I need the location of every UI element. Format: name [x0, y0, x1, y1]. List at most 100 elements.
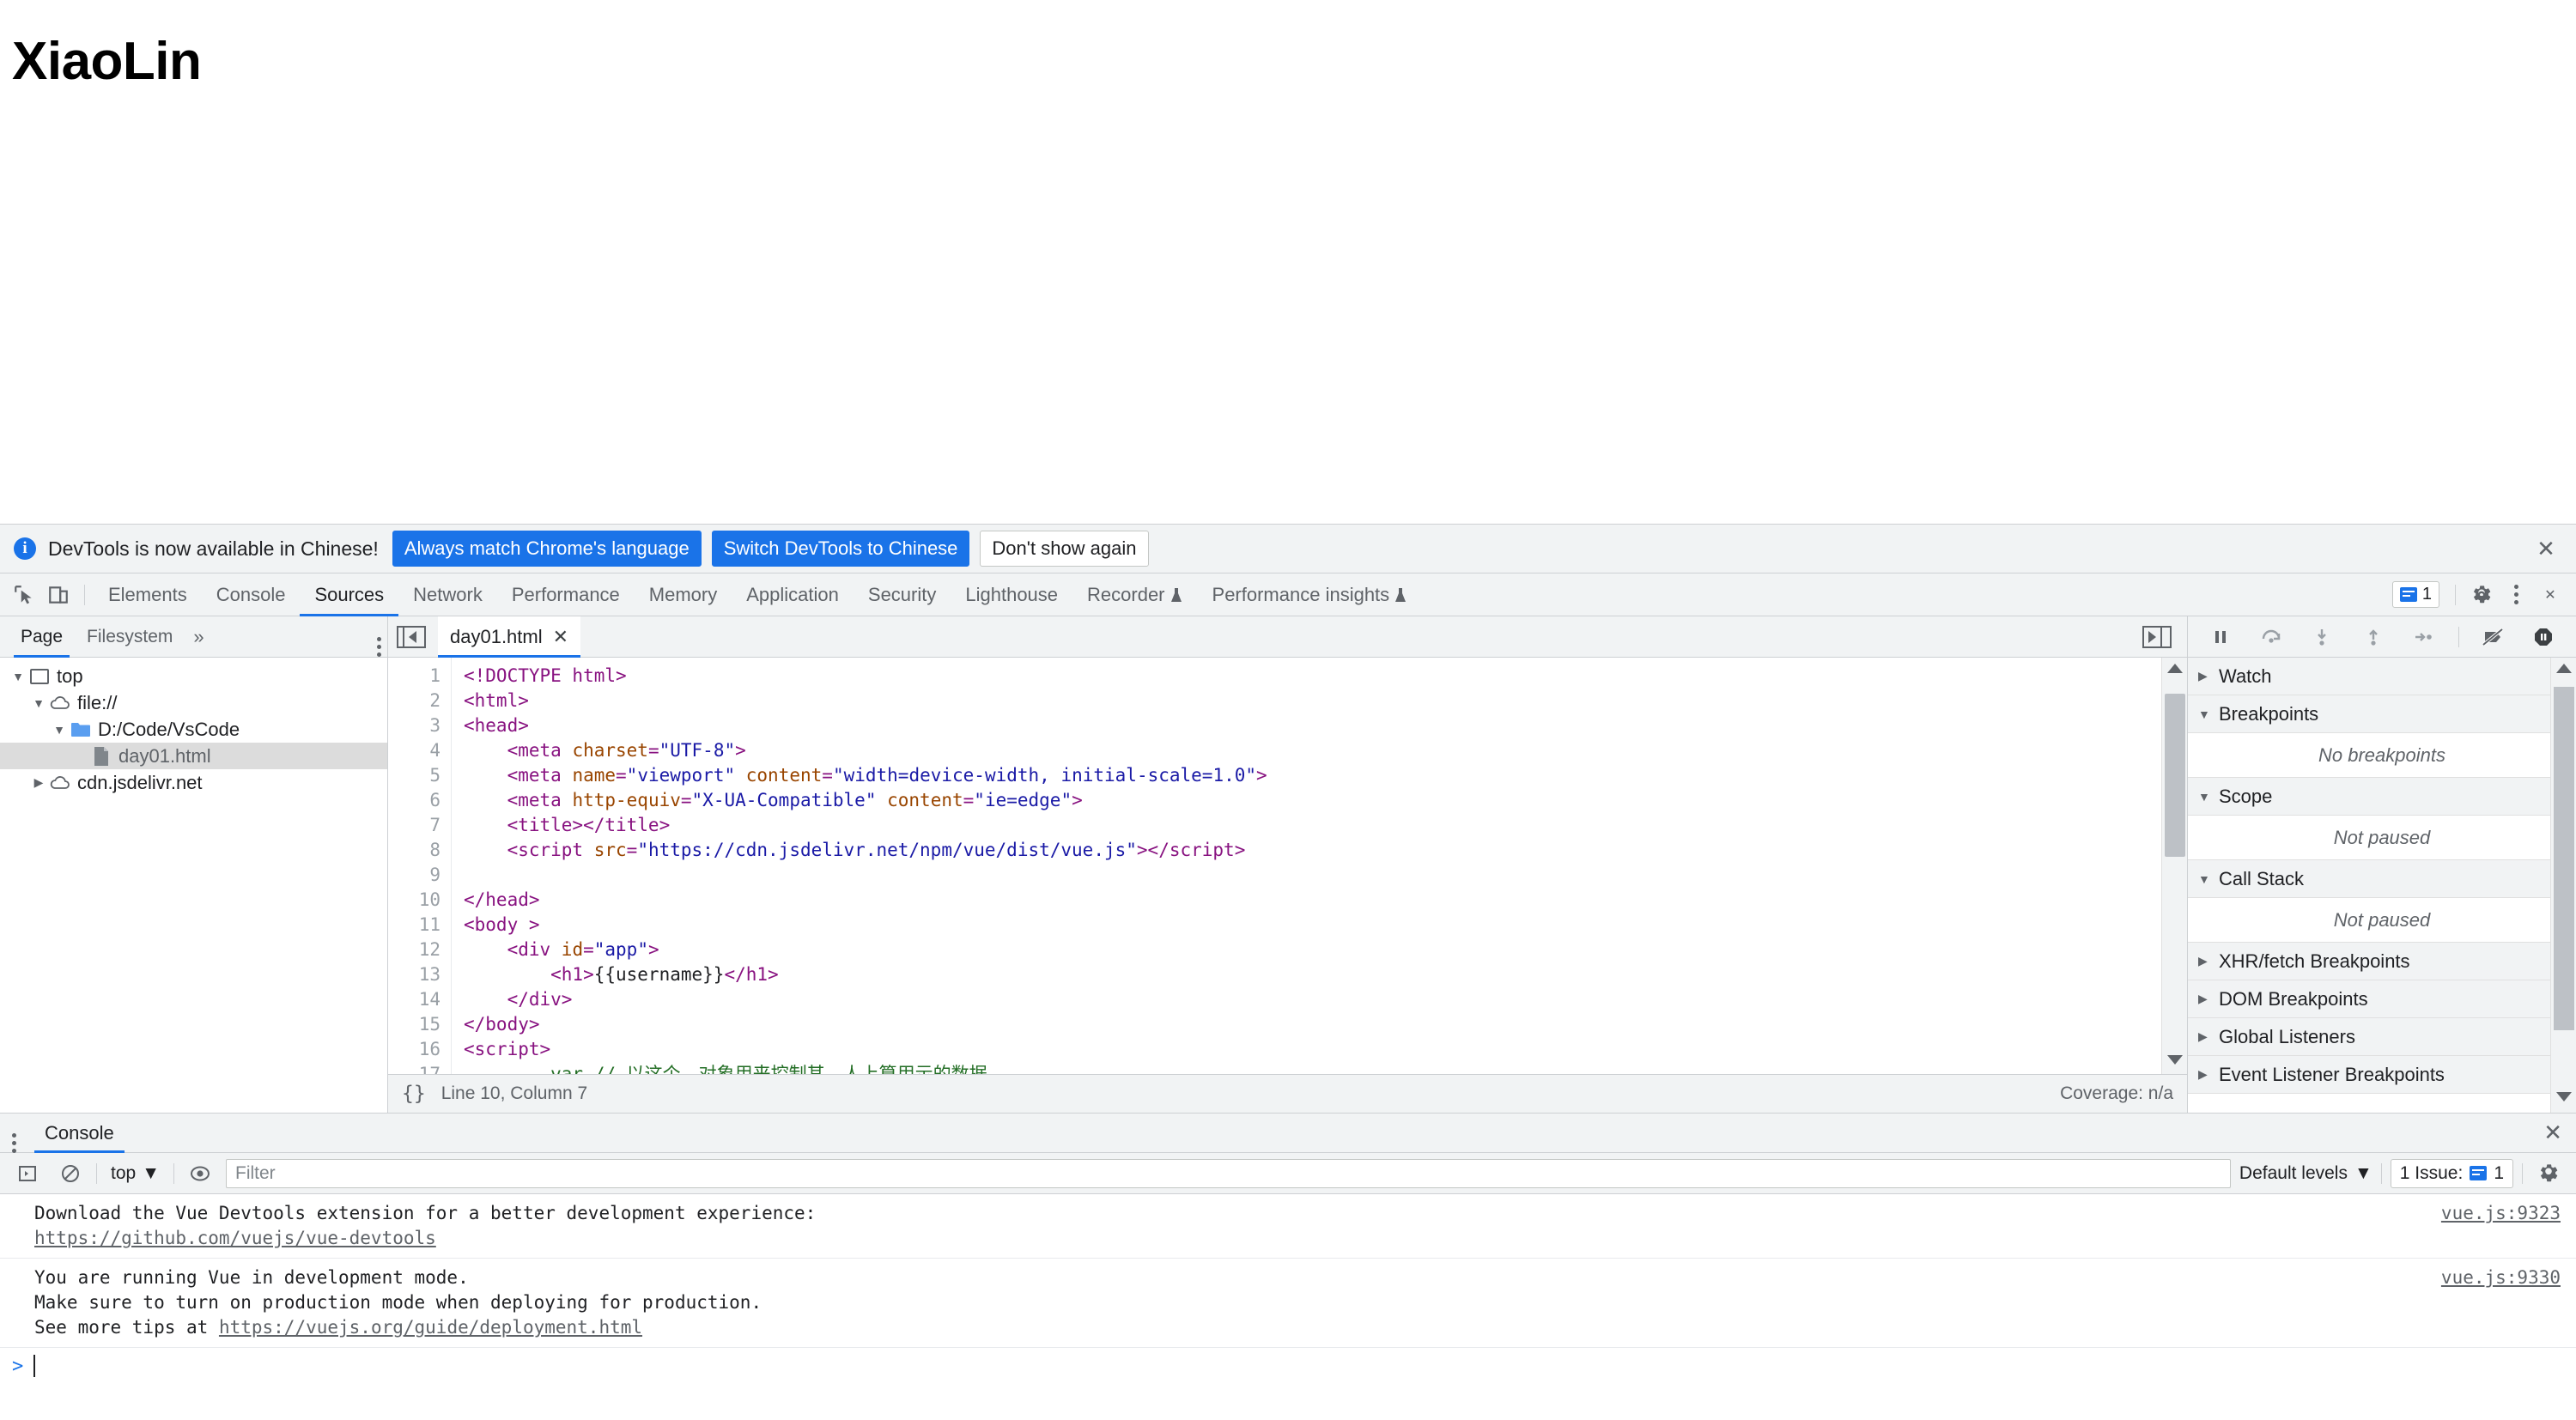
chevron-down-icon[interactable]: ▼	[29, 696, 48, 710]
nav-tab-page[interactable]: Page	[9, 616, 75, 658]
execution-context-selector[interactable]: top ▼	[106, 1163, 165, 1184]
scroll-up-icon[interactable]	[2166, 664, 2183, 673]
line-number[interactable]: 6	[388, 788, 440, 813]
console-settings-gear-icon[interactable]	[2531, 1156, 2566, 1191]
step-over-icon[interactable]	[2254, 620, 2288, 654]
chevron-down-icon[interactable]: ▼	[2198, 707, 2219, 721]
code-line[interactable]: <meta name="viewport" content="width=dev…	[464, 763, 2161, 788]
debugger-section-watch[interactable]: ▶ Watch	[2188, 658, 2576, 695]
step-into-icon[interactable]	[2305, 620, 2339, 654]
log-levels-selector[interactable]: Default levels ▼	[2239, 1163, 2372, 1184]
pause-on-exceptions-icon[interactable]	[2526, 620, 2561, 654]
step-icon[interactable]	[2407, 620, 2441, 654]
clear-console-icon[interactable]	[53, 1156, 88, 1191]
tree-item-day01-html[interactable]: day01.html	[0, 743, 387, 769]
code-content[interactable]: <!DOCTYPE html> <html> <head> <meta charse…	[452, 658, 2161, 1074]
chevron-right-icon[interactable]: ▶	[2198, 1029, 2219, 1044]
step-out-icon[interactable]	[2356, 620, 2391, 654]
chevron-down-icon[interactable]: ▼	[50, 723, 69, 737]
code-line[interactable]: <meta http-equiv="X-UA-Compatible" conte…	[464, 788, 2161, 813]
line-number[interactable]: 9	[388, 863, 440, 888]
console-prompt[interactable]: >	[0, 1348, 2576, 1384]
tab-application[interactable]: Application	[732, 573, 854, 616]
tab-performance[interactable]: Performance	[497, 573, 635, 616]
tab-network[interactable]: Network	[398, 573, 497, 616]
debugger-section-xhr-fetch-breakpoints[interactable]: ▶ XHR/fetch Breakpoints	[2188, 943, 2576, 980]
editor-scrollbar[interactable]	[2161, 658, 2187, 1074]
code-line[interactable]: </div>	[464, 987, 2161, 1012]
close-drawer-icon[interactable]: ✕	[2543, 1120, 2562, 1146]
code-line[interactable]: <h1>{{username}}</h1>	[464, 962, 2161, 987]
scrollbar-thumb[interactable]	[2554, 687, 2574, 1030]
line-number[interactable]: 7	[388, 813, 440, 838]
scroll-up-icon[interactable]	[2555, 664, 2572, 673]
switch-to-chinese-button[interactable]: Switch DevTools to Chinese	[711, 531, 970, 567]
tree-item-file-protocol[interactable]: ▼ file://	[0, 689, 387, 716]
editor-tab-day01-html[interactable]: day01.html ✕	[438, 616, 581, 658]
devtools-more-options-icon[interactable]	[2499, 578, 2533, 612]
line-number[interactable]: 12	[388, 938, 440, 962]
debugger-section-breakpoints[interactable]: ▼ Breakpoints	[2188, 695, 2576, 733]
chevron-right-icon[interactable]: ▶	[2198, 669, 2219, 683]
line-number[interactable]: 5	[388, 763, 440, 788]
drawer-tab-console[interactable]: Console	[31, 1114, 128, 1153]
code-line[interactable]: <head>	[464, 713, 2161, 738]
code-scroll-region[interactable]: 1 2 3 4 5 6 7 8 9 10 11 12 13 14 15 16 17 <!DOCTYPE html…	[388, 658, 2161, 1074]
chevron-right-icon[interactable]: ▶	[2198, 954, 2219, 968]
line-number[interactable]: 11	[388, 913, 440, 938]
tab-recorder[interactable]: Recorder	[1072, 573, 1197, 616]
live-expression-icon[interactable]	[183, 1156, 217, 1191]
line-number[interactable]: 1	[388, 664, 440, 689]
code-line[interactable]: </head>	[464, 888, 2161, 913]
line-number[interactable]: 15	[388, 1012, 440, 1037]
show-debugger-icon[interactable]	[2142, 625, 2172, 648]
code-line[interactable]: <!DOCTYPE html>	[464, 664, 2161, 689]
scrollbar-thumb[interactable]	[2165, 694, 2185, 857]
close-tab-icon[interactable]: ✕	[553, 626, 568, 648]
issues-counter-button[interactable]: 1	[2391, 581, 2439, 608]
debugger-section-call-stack[interactable]: ▼ Call Stack	[2188, 860, 2576, 898]
tab-elements[interactable]: Elements	[94, 573, 202, 616]
line-number[interactable]: 3	[388, 713, 440, 738]
tree-item-top[interactable]: ▼ top	[0, 663, 387, 689]
chevron-right-icon[interactable]: ▶	[2198, 1067, 2219, 1082]
line-number[interactable]: 16	[388, 1037, 440, 1062]
gear-icon[interactable]	[2464, 578, 2499, 612]
tree-item-cdn-jsdelivr[interactable]: ▶ cdn.jsdelivr.net	[0, 769, 387, 796]
chevron-down-icon[interactable]: ▼	[2198, 872, 2219, 886]
console-issues-button[interactable]: 1 Issue: 1	[2390, 1158, 2513, 1188]
chevron-right-icon[interactable]: ▶	[2198, 992, 2219, 1006]
code-line[interactable]: <html>	[464, 689, 2161, 713]
tab-security[interactable]: Security	[854, 573, 951, 616]
line-number[interactable]: 13	[388, 962, 440, 987]
tree-item-folder-vscode[interactable]: ▼ D:/Code/VsCode	[0, 716, 387, 743]
deactivate-breakpoints-icon[interactable]	[2476, 620, 2510, 654]
pause-icon[interactable]	[2203, 620, 2238, 654]
tab-console[interactable]: Console	[202, 573, 301, 616]
tab-memory[interactable]: Memory	[635, 573, 732, 616]
console-link[interactable]: https://vuejs.org/guide/deployment.html	[219, 1317, 642, 1338]
code-line[interactable]	[464, 863, 2161, 888]
console-sidebar-icon[interactable]	[10, 1156, 45, 1191]
debugger-section-event-listener-breakpoints[interactable]: ▶ Event Listener Breakpoints	[2188, 1056, 2576, 1094]
close-devtools-icon[interactable]: ✕	[2533, 578, 2567, 612]
tab-sources[interactable]: Sources	[300, 573, 398, 616]
tab-performance-insights[interactable]: Performance insights	[1198, 573, 1423, 616]
line-number[interactable]: 2	[388, 689, 440, 713]
chevron-down-icon[interactable]: ▼	[2198, 790, 2219, 804]
scroll-down-icon[interactable]	[2166, 1055, 2183, 1065]
debugger-scrollbar[interactable]	[2550, 658, 2576, 1113]
debugger-section-dom-breakpoints[interactable]: ▶ DOM Breakpoints	[2188, 980, 2576, 1018]
code-line[interactable]: <script>	[464, 1037, 2161, 1062]
nav-tab-filesystem[interactable]: Filesystem	[75, 616, 185, 658]
console-message-source-link[interactable]: vue.js:9323	[2441, 1201, 2561, 1226]
pretty-print-icon[interactable]: {}	[402, 1083, 426, 1105]
chevron-down-icon[interactable]: ▼	[9, 670, 27, 683]
console-message-source-link[interactable]: vue.js:9330	[2441, 1265, 2561, 1290]
hide-navigator-icon[interactable]	[397, 625, 426, 648]
code-line[interactable]: <body >	[464, 913, 2161, 938]
code-line[interactable]: </body>	[464, 1012, 2161, 1037]
always-match-language-button[interactable]: Always match Chrome's language	[392, 531, 702, 567]
line-number[interactable]: 8	[388, 838, 440, 863]
code-line[interactable]: <meta charset="UTF-8">	[464, 738, 2161, 763]
